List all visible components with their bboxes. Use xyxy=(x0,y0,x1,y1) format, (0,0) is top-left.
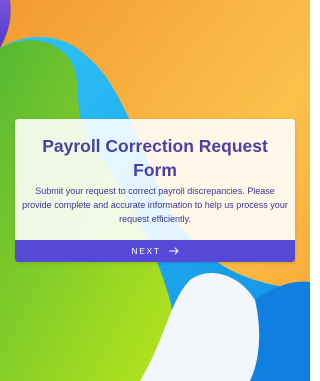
form-description: Submit your request to correct payroll d… xyxy=(22,186,288,224)
next-button-label: NEXT xyxy=(131,246,161,256)
form-title: Payroll Correction Request Form xyxy=(42,136,268,180)
arrow-right-icon xyxy=(168,247,179,255)
next-button[interactable]: NEXT xyxy=(15,240,295,262)
form-card: Payroll Correction Request Form Submit y… xyxy=(15,119,295,262)
